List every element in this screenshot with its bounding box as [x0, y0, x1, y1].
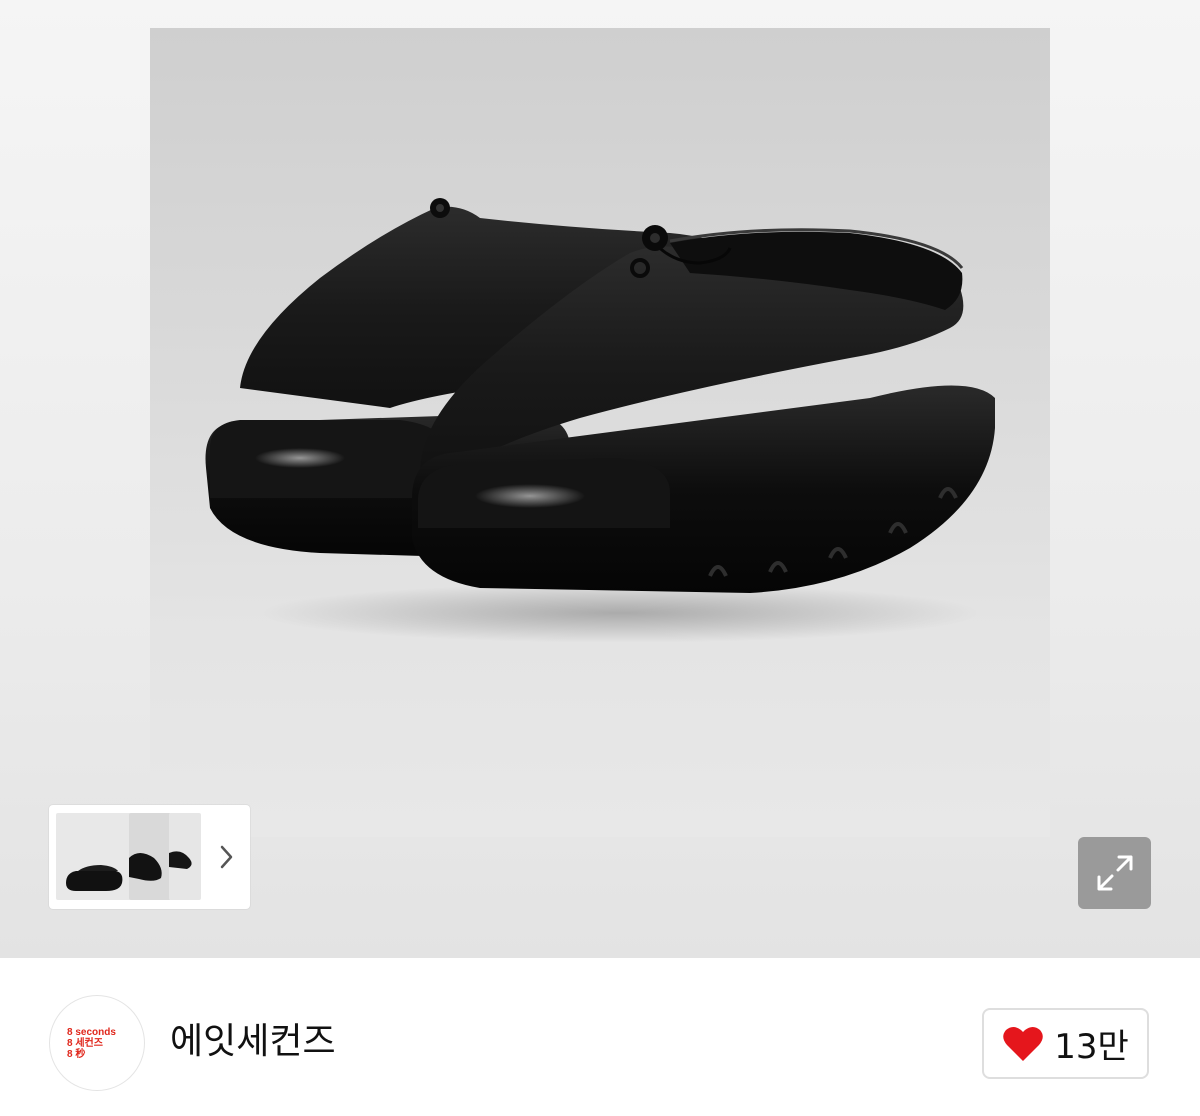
thumbnail-strip — [49, 805, 250, 909]
shop-logo[interactable]: 8 seconds 8 세컨즈 8 秒 — [49, 995, 145, 1091]
like-count: 13만 — [1054, 1027, 1129, 1067]
expand-arrows-icon — [1097, 855, 1132, 891]
expand-image-button[interactable] — [1078, 837, 1151, 909]
chevron-right-icon — [220, 845, 233, 869]
thumbnail-3[interactable] — [169, 813, 201, 900]
thumbnail-2[interactable] — [129, 813, 171, 900]
thumbnail-1[interactable] — [56, 813, 131, 900]
clog-shoes-illustration — [205, 198, 995, 643]
product-image-gallery — [0, 0, 1200, 958]
shop-name[interactable]: 에잇세컨즈 — [170, 1020, 336, 1064]
thumbnail-next-button[interactable] — [209, 835, 245, 879]
heart-icon — [1003, 1026, 1043, 1061]
shop-logo-text: 8 seconds 8 세컨즈 8 秒 — [67, 1027, 116, 1060]
like-button[interactable]: 13만 — [982, 1008, 1149, 1079]
product-main-image[interactable] — [150, 28, 1050, 837]
